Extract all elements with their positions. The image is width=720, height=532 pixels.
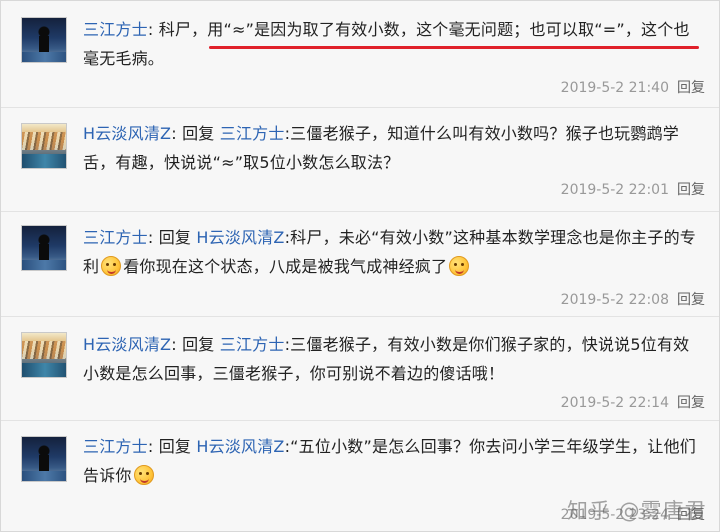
timestamp: 2019-5-2 21:40 bbox=[560, 80, 669, 96]
comment-item: 三江方士: 回复 H云淡风清Z:科尸，未必“有效小数”这种基本数学理念也是你主子… bbox=[1, 211, 719, 317]
reply-to-username-link[interactable]: H云淡风清Z bbox=[196, 228, 284, 247]
comment-thread: 三江方士: 科尸，用“≈”是因为取了有效小数，这个毫无问题；也可以取“=”，这个… bbox=[0, 0, 720, 532]
username-link[interactable]: 三江方士 bbox=[83, 20, 148, 39]
reply-button[interactable]: 回复 bbox=[677, 182, 705, 198]
timestamp: 2019-5-2 22:01 bbox=[560, 182, 669, 198]
username-link[interactable]: H云淡风清Z bbox=[83, 335, 171, 354]
username-link[interactable]: 三江方士 bbox=[83, 228, 148, 247]
highlight-underline bbox=[209, 46, 699, 49]
comment-item: 三江方士: 科尸，用“≈”是因为取了有效小数，这个毫无问题；也可以取“=”，这个… bbox=[1, 1, 719, 108]
timestamp: 2019-5-2 22:08 bbox=[560, 292, 669, 308]
avatar[interactable] bbox=[21, 123, 67, 169]
avatar[interactable] bbox=[21, 436, 67, 482]
timestamp: 2019-5-2 22:14 bbox=[560, 395, 669, 411]
reply-button[interactable]: 回复 bbox=[677, 292, 705, 308]
reply-word: : 回复 bbox=[147, 228, 192, 247]
reply-word: : 回复 bbox=[171, 335, 215, 354]
reply-word: : 回复 bbox=[147, 437, 192, 456]
comment-item: H云淡风清Z: 回复 三江方士:三僵老猴子，知道什么叫有效小数吗？猴子也玩鹦鹉学… bbox=[1, 107, 719, 212]
smirk-emoji-icon bbox=[133, 465, 154, 485]
watermark: 知乎 @雾唐君 bbox=[567, 499, 707, 523]
comment-text-continued: 看你现在这个状态，八成是被我气成神经疯了 bbox=[123, 257, 448, 276]
username-link[interactable]: 三江方士 bbox=[83, 437, 148, 456]
reply-to-username-link[interactable]: 三江方士 bbox=[220, 335, 285, 354]
reply-word: : 回复 bbox=[171, 124, 215, 143]
avatar[interactable] bbox=[21, 225, 67, 271]
avatar[interactable] bbox=[21, 17, 67, 63]
avatar[interactable] bbox=[21, 332, 67, 378]
reply-button[interactable]: 回复 bbox=[677, 395, 705, 411]
username-link[interactable]: H云淡风清Z bbox=[83, 124, 171, 143]
reply-to-username-link[interactable]: 三江方士 bbox=[220, 124, 285, 143]
reply-to-username-link[interactable]: H云淡风清Z bbox=[196, 437, 284, 456]
reply-button[interactable]: 回复 bbox=[677, 80, 705, 96]
grin-emoji-icon bbox=[101, 256, 122, 276]
laugh-emoji-icon bbox=[449, 256, 470, 276]
comment-text: : 科尸，用“≈”是因为取了有效小数，这个毫无问题；也可以取“=”，这个也毫无毛… bbox=[83, 20, 690, 68]
comment-item: H云淡风清Z: 回复 三江方士:三僵老猴子，有效小数是你们猴子家的，快说说5位有… bbox=[1, 316, 719, 421]
